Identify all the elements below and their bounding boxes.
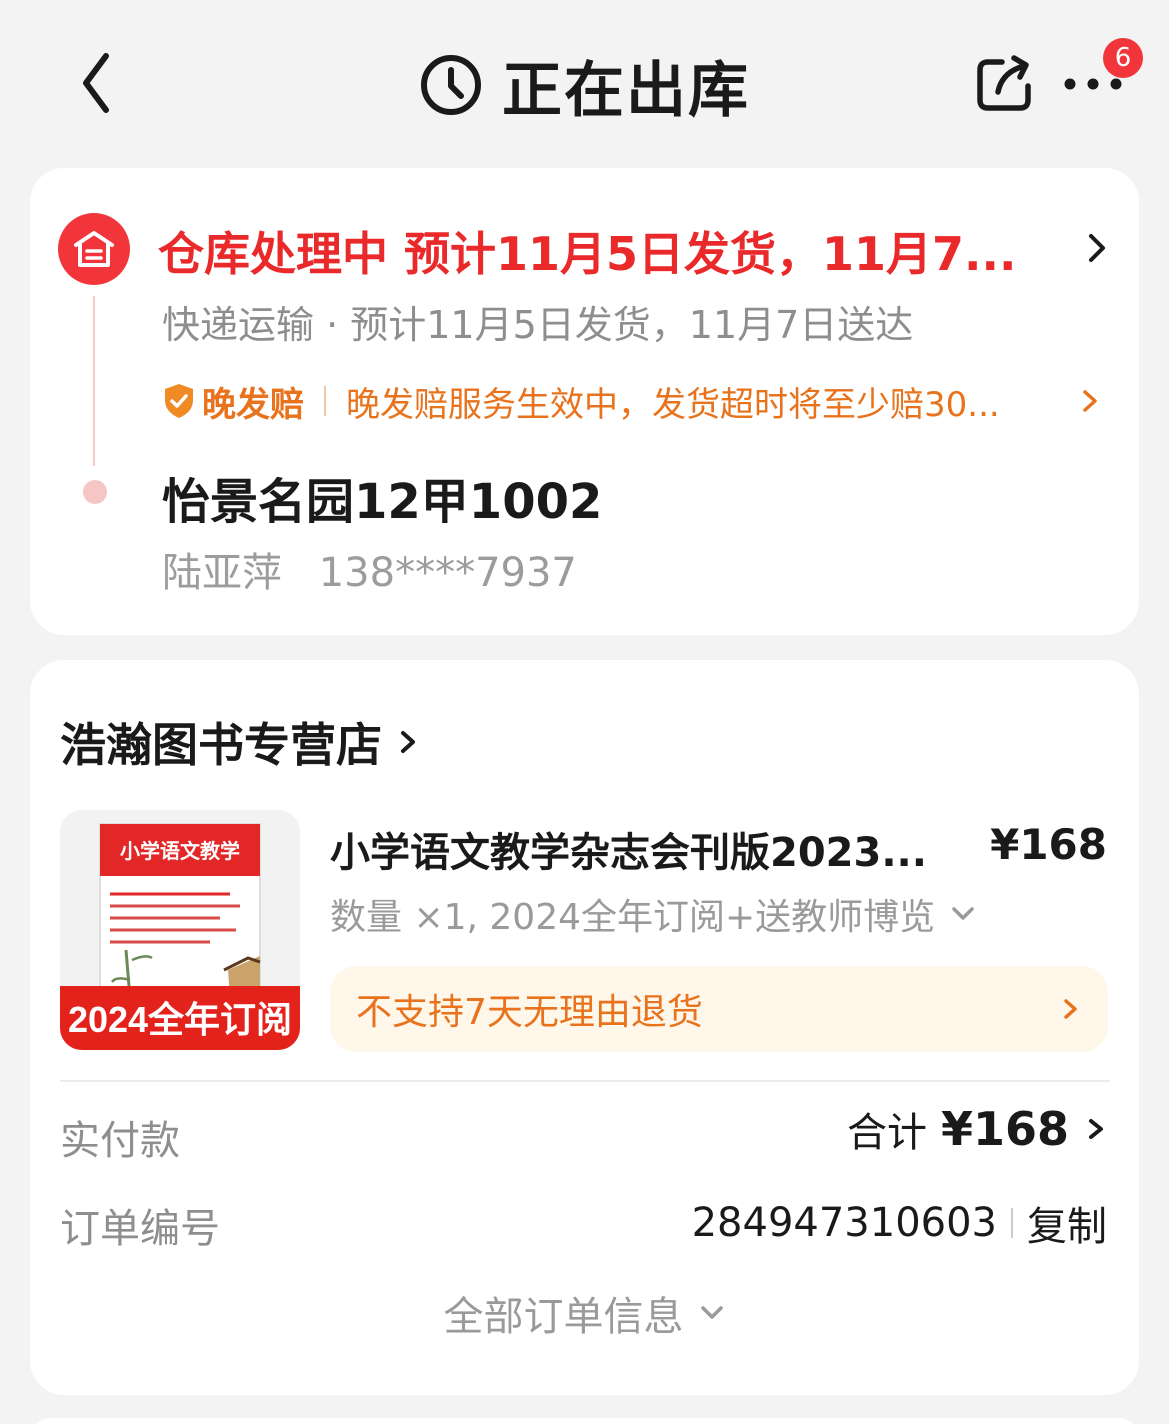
return-policy-text: 不支持7天无理由退货: [356, 992, 703, 1033]
divider: [60, 1080, 1110, 1082]
next-card-peek: [30, 1418, 1139, 1424]
clock-icon: [421, 55, 481, 115]
top-nav-bar: 正在出库 6: [0, 0, 1169, 165]
product-price: ¥168: [990, 820, 1107, 869]
cover-title: 小学语文教学: [120, 839, 240, 863]
divider: [324, 386, 326, 416]
all-order-info-toggle[interactable]: 全部订单信息: [30, 1284, 1139, 1342]
product-image[interactable]: 小学语文教学 2024全年订阅: [60, 810, 300, 1050]
payment-amount: ¥168: [940, 1102, 1069, 1156]
late-compensation-title: 晚发赔: [202, 384, 304, 425]
recipient-name: 陆亚萍: [162, 550, 282, 596]
chevron-right-icon: [1089, 234, 1105, 262]
delivery-address: 怡景名园12甲1002: [162, 474, 603, 530]
back-chevron-icon: [83, 53, 109, 113]
status-headline[interactable]: 仓库处理中 预计11月5日发货，11月7...: [158, 218, 1038, 284]
payment-total-button[interactable]: 合计 ¥168: [847, 1100, 1107, 1158]
recipient-phone: 138****7937: [318, 550, 577, 596]
late-compensation-description: 晚发赔服务生效中，发货超时将至少赔30...: [346, 384, 1000, 425]
all-order-info-label: 全部订单信息: [443, 1294, 684, 1340]
status-detail-button[interactable]: [1082, 228, 1112, 268]
copy-button[interactable]: 复制: [1027, 1194, 1107, 1252]
late-compensation-row[interactable]: 晚发赔 晚发赔服务生效中，发货超时将至少赔30...: [162, 376, 1102, 426]
order-number: 284947310603: [691, 1200, 997, 1246]
payment-prefix: 合计: [846, 1110, 927, 1156]
order-card: 浩瀚图书专营店 小学语文教学 2024全年订阅 小学语文教学杂志会刊版2023.…: [30, 660, 1139, 1395]
cover-banner: 2024全年订阅: [68, 999, 292, 1040]
notification-badge: 6: [1103, 38, 1143, 78]
payment-label: 实付款: [60, 1118, 180, 1164]
return-policy-notice[interactable]: 不支持7天无理由退货: [330, 966, 1108, 1052]
product-spec-selector[interactable]: 数量 ×1, 2024全年订阅+送教师博览: [330, 888, 977, 940]
shield-check-icon: [165, 384, 193, 418]
warehouse-icon: [58, 213, 130, 285]
chevron-down-icon: [700, 1306, 723, 1319]
share-icon: [977, 55, 1031, 111]
timeline-line: [93, 296, 95, 466]
page-title-group: 正在出库: [420, 50, 750, 126]
shop-link[interactable]: 浩瀚图书专营店: [60, 712, 420, 772]
divider: [1011, 1208, 1013, 1238]
chevron-down-icon: [952, 907, 974, 920]
back-button[interactable]: [72, 48, 132, 118]
timeline-dot: [83, 480, 107, 504]
chevron-right-icon: [1064, 999, 1077, 1019]
order-number-label: 订单编号: [60, 1206, 220, 1252]
delivery-estimate: 快递运输 · 预计11月5日发货，11月7日送达: [162, 303, 914, 347]
order-number-row: 284947310603 复制: [692, 1194, 1107, 1252]
chevron-right-icon: [1089, 1119, 1103, 1139]
shipping-status-card: 仓库处理中 预计11月5日发货，11月7... 快递运输 · 预计11月5日发货…: [30, 168, 1139, 635]
chevron-right-icon: [401, 731, 415, 753]
recipient-contact: 陆亚萍 138****7937: [162, 540, 577, 598]
product-title[interactable]: 小学语文教学杂志会刊版2023...: [330, 820, 970, 878]
chevron-right-icon: [1083, 390, 1097, 412]
product-spec: 数量 ×1, 2024全年订阅+送教师博览: [330, 897, 936, 938]
shop-name: 浩瀚图书专营店: [60, 718, 382, 772]
page-title: 正在出库: [502, 55, 750, 126]
share-button[interactable]: [972, 52, 1036, 116]
